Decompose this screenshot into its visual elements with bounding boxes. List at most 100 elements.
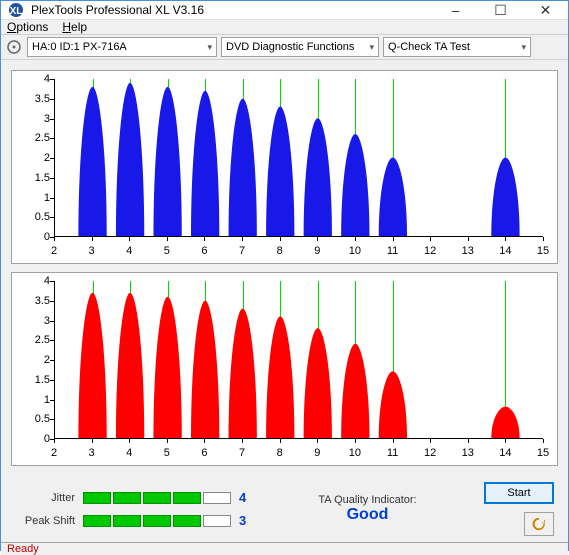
xtick-label: 2 — [51, 245, 57, 257]
minimize-button[interactable]: – — [433, 1, 478, 19]
action-buttons: Start — [484, 482, 554, 536]
function-combo[interactable]: DVD Diagnostic Functions ▾ — [221, 37, 379, 57]
jitter-label: Jitter — [15, 492, 75, 504]
xtick-label: 3 — [89, 447, 95, 459]
meter-bar — [113, 515, 141, 527]
xtick-label: 8 — [277, 447, 283, 459]
jitter-value: 4 — [239, 490, 251, 505]
xtick-label: 4 — [126, 447, 132, 459]
bottom-panel: Jitter 4 Peak Shift 3 TA Quality Indicat… — [11, 474, 558, 538]
drive-icon — [5, 38, 23, 56]
ytick-label: 2.5 — [20, 132, 50, 144]
ytick-label: 4 — [20, 275, 50, 287]
quality-indicator: TA Quality Indicator: Good — [259, 494, 476, 524]
quality-value: Good — [259, 506, 476, 524]
xtick-label: 13 — [462, 447, 474, 459]
xtick-label: 14 — [499, 245, 511, 257]
content-area: 00.511.522.533.5423456789101112131415 00… — [1, 60, 568, 542]
jitter-row: Jitter 4 — [15, 490, 251, 505]
device-combo[interactable]: HA:0 ID:1 PX-716A ▾ — [27, 37, 217, 57]
chart-top: 0 0.5 1 1.5 2 2.5 3 3.5 4 2 3 4 5 6 7 8 9 10 11 12 13 14 15 — [11, 70, 558, 264]
xtick-label: 2 — [51, 447, 57, 459]
window-title: PlexTools Professional XL V3.16 — [31, 3, 433, 17]
ytick-label: 4 — [20, 73, 50, 85]
refresh-button[interactable] — [524, 512, 554, 536]
ytick-label: 3.5 — [20, 295, 50, 307]
close-button[interactable]: ✕ — [523, 1, 568, 19]
chevron-down-icon: ▾ — [521, 42, 526, 53]
ytick-label: 2.5 — [20, 334, 50, 346]
xtick-label: 11 — [387, 447, 398, 459]
xtick-label: 15 — [537, 447, 549, 459]
menubar: Options Help — [1, 20, 568, 35]
xtick-label: 9 — [314, 447, 320, 459]
meter-bar — [203, 515, 231, 527]
maximize-button[interactable]: ☐ — [478, 1, 523, 19]
ytick-label: 0.5 — [20, 211, 50, 223]
xtick-label: 5 — [164, 245, 170, 257]
ytick-label: 3 — [20, 113, 50, 125]
xtick-label: 6 — [201, 245, 207, 257]
xtick-label: 5 — [164, 447, 170, 459]
jitter-bars — [83, 492, 231, 504]
xtick-label: 8 — [277, 245, 283, 257]
refresh-icon — [532, 517, 546, 531]
meter-bar — [173, 515, 201, 527]
meter-bar — [203, 492, 231, 504]
xtick-label: 6 — [201, 447, 207, 459]
ytick-label: 0 — [20, 433, 50, 445]
xtick-label: 15 — [537, 245, 549, 257]
ytick-label: 0.5 — [20, 413, 50, 425]
meter-bar — [173, 492, 201, 504]
xtick-label: 9 — [314, 245, 320, 257]
xtick-label: 7 — [239, 245, 245, 257]
ytick-label: 1.5 — [20, 172, 50, 184]
ytick-label: 2 — [20, 354, 50, 366]
peakshift-row: Peak Shift 3 — [15, 513, 251, 528]
function-combo-text: DVD Diagnostic Functions — [226, 41, 354, 53]
peakshift-label: Peak Shift — [15, 515, 75, 527]
xtick-label: 12 — [424, 245, 436, 257]
chevron-down-icon: ▾ — [207, 42, 212, 53]
xtick-label: 13 — [462, 245, 474, 257]
statusbar: Ready — [1, 542, 568, 555]
xtick-label: 10 — [349, 245, 361, 257]
ytick-label: 3 — [20, 315, 50, 327]
xtick-label: 7 — [239, 447, 245, 459]
chart-bottom: 0 0.5 1 1.5 2 2.5 3 3.5 4 2 3 4 5 6 7 8 9 10 11 12 13 14 15 — [11, 272, 558, 466]
peakshift-bars — [83, 515, 231, 527]
xtick-label: 4 — [126, 245, 132, 257]
titlebar[interactable]: XL PlexTools Professional XL V3.16 – ☐ ✕ — [1, 1, 568, 20]
ytick-label: 2 — [20, 152, 50, 164]
xtick-label: 11 — [387, 245, 398, 257]
ytick-label: 0 — [20, 231, 50, 243]
xtick-label: 10 — [349, 447, 361, 459]
chevron-down-icon: ▾ — [369, 42, 374, 53]
meters: Jitter 4 Peak Shift 3 — [15, 490, 251, 528]
xtick-label: 3 — [89, 245, 95, 257]
ytick-label: 1 — [20, 192, 50, 204]
window-controls: – ☐ ✕ — [433, 1, 568, 19]
meter-bar — [113, 492, 141, 504]
start-button[interactable]: Start — [484, 482, 554, 504]
ytick-label: 3.5 — [20, 93, 50, 105]
ytick-label: 1.5 — [20, 374, 50, 386]
test-combo-text: Q-Check TA Test — [388, 41, 470, 53]
toolbar: HA:0 ID:1 PX-716A ▾ DVD Diagnostic Funct… — [1, 35, 568, 60]
svg-text:XL: XL — [10, 6, 23, 17]
meter-bar — [143, 492, 171, 504]
meter-bar — [83, 515, 111, 527]
menu-options[interactable]: Options — [7, 20, 48, 34]
peak-shapes — [55, 79, 543, 236]
status-text: Ready — [7, 543, 39, 555]
xtick-label: 14 — [499, 447, 511, 459]
test-combo[interactable]: Q-Check TA Test ▾ — [383, 37, 531, 57]
peakshift-value: 3 — [239, 513, 251, 528]
meter-bar — [143, 515, 171, 527]
meter-bar — [83, 492, 111, 504]
peak-shapes — [55, 281, 543, 438]
ytick-label: 1 — [20, 394, 50, 406]
menu-help[interactable]: Help — [62, 20, 87, 34]
device-combo-text: HA:0 ID:1 PX-716A — [32, 41, 127, 53]
xtick-label: 12 — [424, 447, 436, 459]
